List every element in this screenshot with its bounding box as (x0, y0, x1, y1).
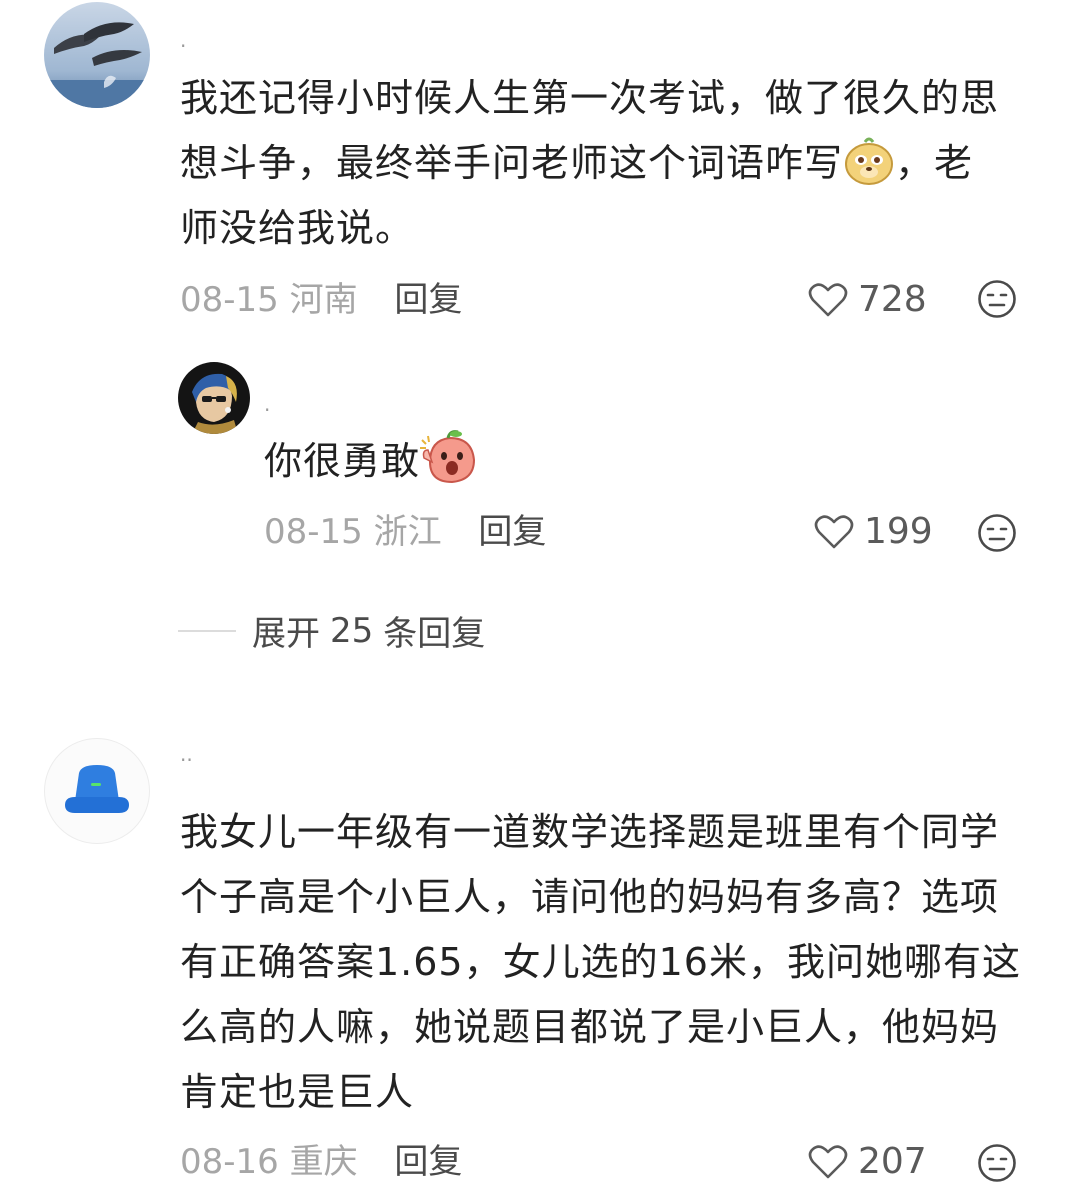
comment-location: 河南 (289, 280, 358, 320)
username[interactable]: · (264, 400, 270, 420)
reply-meta: 08-15 浙江 回复 (264, 512, 546, 552)
expand-prefix: 展开 (252, 614, 320, 654)
like-button[interactable]: 728 (808, 280, 927, 320)
reply-button[interactable]: 回复 (478, 512, 546, 552)
comment-meta: 08-16 重庆 回复 (180, 1142, 462, 1182)
comment-segment: ，老 (895, 141, 974, 185)
meh-face-icon[interactable] (977, 513, 1017, 553)
comment-line: 我还记得小时候人生第一次考试，做了很久的思 (180, 76, 1000, 120)
reply-text: 你很勇敢 (264, 428, 478, 494)
avatar-pearl-earring[interactable] (178, 362, 250, 434)
reply-button[interactable]: 回复 (394, 280, 462, 320)
comment-date: 08-15 (180, 280, 279, 320)
comment-segment: 你很勇敢 (264, 439, 421, 483)
comment-text: 我还记得小时候人生第一次考试，做了很久的思 想斗争，最终举手问老师这个词语咋写 … (180, 66, 1050, 261)
peach-cheer-emoji (420, 428, 478, 484)
comment-date: 08-16 (180, 1142, 279, 1182)
username[interactable]: ·· (180, 750, 193, 770)
comment-line: 有正确答案1.65，女儿选的16米，我问她哪有这 (180, 940, 1021, 984)
heart-outline-icon (808, 1145, 848, 1179)
comment-location: 浙江 (373, 512, 442, 552)
comment-line: 师没给我说。 (180, 206, 415, 250)
expand-replies-button[interactable]: 展开 25 条回复 (178, 606, 485, 655)
expand-count: 25 (330, 610, 374, 651)
heart-outline-icon (814, 515, 854, 549)
meh-face-icon[interactable] (977, 1143, 1017, 1183)
comment-line: 我女儿一年级有一道数学选择题是班里有个同学 (180, 810, 1000, 854)
like-button[interactable]: 207 (808, 1142, 927, 1182)
comment-segment: 想斗争，最终举手问老师这个词语咋写 (180, 141, 844, 185)
comment-meta: 08-15 河南 回复 (180, 280, 462, 320)
comment-line: 肯定也是巨人 (180, 1070, 415, 1114)
comment-line: 想斗争，最终举手问老师这个词语咋写 ，老 (180, 131, 1050, 196)
comment-line: 个子高是个小巨人，请问他的妈妈有多高？选项 (180, 875, 1000, 919)
avatar-bucket-hat[interactable] (44, 738, 150, 844)
dog-face-emoji (843, 134, 895, 186)
reply-button[interactable]: 回复 (394, 1142, 462, 1182)
expand-suffix: 条回复 (383, 614, 486, 654)
comment-date: 08-15 (264, 512, 363, 552)
comment-line: 么高的人嘛，她说题目都说了是小巨人，他妈妈 (180, 1005, 1000, 1049)
expand-divider (178, 629, 236, 632)
like-count: 207 (858, 1141, 927, 1182)
meh-face-icon[interactable] (977, 279, 1017, 319)
like-count: 199 (864, 511, 933, 552)
like-count: 728 (858, 279, 927, 320)
comment-text: 我女儿一年级有一道数学选择题是班里有个同学 个子高是个小巨人，请问他的妈妈有多高… (180, 800, 1050, 1125)
heart-outline-icon (808, 283, 848, 317)
username[interactable]: · (180, 36, 186, 56)
comment-location: 重庆 (289, 1142, 358, 1182)
avatar-dolphins[interactable] (44, 2, 150, 108)
like-button[interactable]: 199 (814, 512, 933, 552)
